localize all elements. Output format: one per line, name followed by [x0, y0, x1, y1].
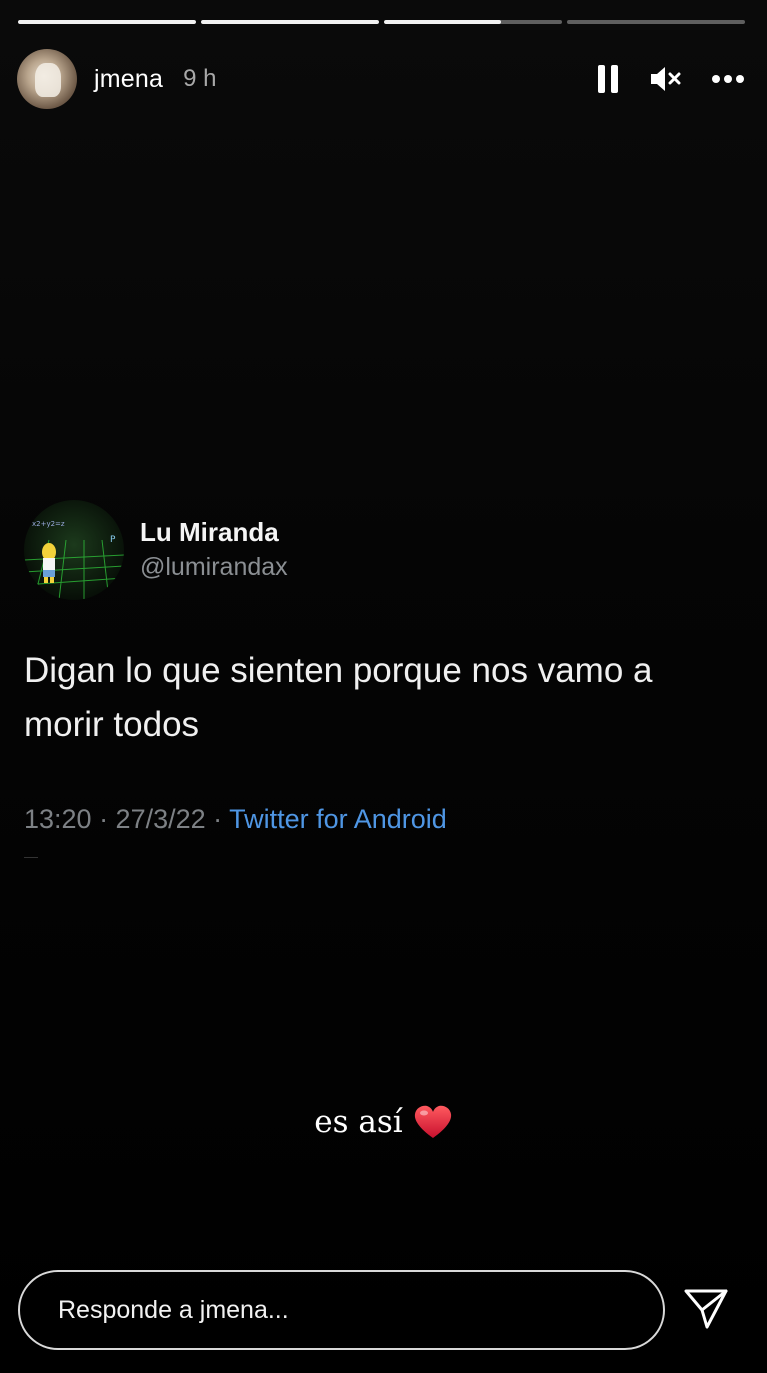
- tweet-timestamp: 13:20 · 27/3/22 ·: [24, 804, 230, 834]
- story-header: jmena 9 h: [17, 48, 745, 110]
- more-horizontal-icon: [712, 75, 744, 83]
- tweet-header: x2+y2=z P Lu Miranda @lumirandax: [24, 500, 724, 600]
- tweet-author-handle: @lumirandax: [140, 553, 288, 581]
- story-progress-segment: [384, 20, 562, 24]
- story-progress-bars: [18, 20, 745, 24]
- story-progress-segment: [567, 20, 745, 24]
- tweet-author-avatar: x2+y2=z P: [24, 500, 124, 600]
- tweet-text: Digan lo que sienten porque nos vamo a m…: [24, 651, 653, 744]
- story-progress-segment: [201, 20, 379, 24]
- caption-text: es así: [314, 1104, 403, 1140]
- header-controls: [597, 64, 745, 94]
- story-progress-segment: [18, 20, 196, 24]
- tweet-source: Twitter for Android: [229, 804, 447, 834]
- user-avatar[interactable]: [17, 49, 77, 109]
- reply-input[interactable]: Responde a jmena...: [18, 1270, 665, 1350]
- send-paper-plane-icon: [684, 1289, 728, 1329]
- more-options-button[interactable]: [711, 74, 745, 84]
- story-progress-fill: [384, 20, 502, 24]
- story-progress-fill: [18, 20, 196, 24]
- post-time-ago: 9 h: [183, 65, 217, 92]
- divider: [24, 857, 38, 858]
- username[interactable]: jmena: [94, 65, 163, 94]
- mute-button[interactable]: [649, 64, 681, 94]
- pause-icon: [598, 65, 618, 93]
- red-heart-icon: [414, 1105, 451, 1138]
- svg-text:P: P: [110, 535, 116, 545]
- story-progress-fill: [201, 20, 379, 24]
- story-caption: es así: [0, 1104, 767, 1140]
- svg-text:x2+y2=z: x2+y2=z: [32, 520, 65, 528]
- tweet-author-names: Lu Miranda @lumirandax: [140, 515, 288, 585]
- tweet-meta: 13:20 · 27/3/22 · Twitter for Android: [24, 804, 724, 835]
- speaker-muted-icon: [651, 67, 681, 91]
- pause-button[interactable]: [597, 64, 619, 94]
- send-button[interactable]: [682, 1285, 730, 1333]
- reply-placeholder: Responde a jmena...: [58, 1295, 289, 1324]
- tweet-card: x2+y2=z P Lu Miranda @lumirandax Digan l…: [24, 500, 724, 858]
- tweet-author-name: Lu Miranda: [140, 517, 279, 547]
